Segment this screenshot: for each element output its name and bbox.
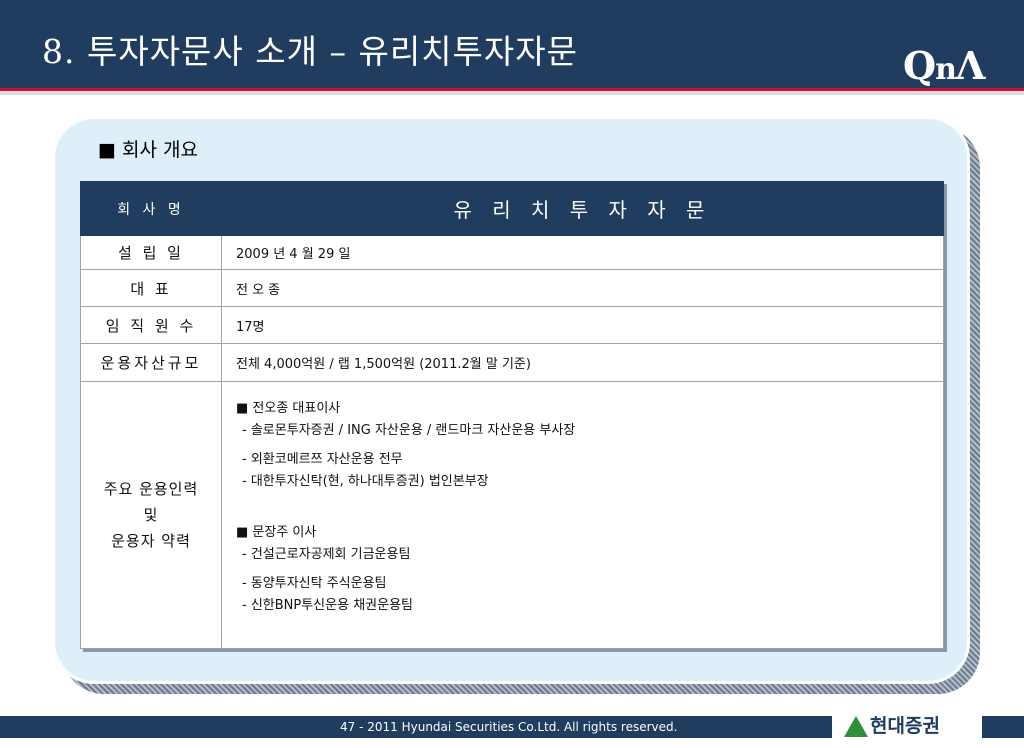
employees-value: 17명 xyxy=(221,306,944,344)
qna-logo-q: Q xyxy=(903,43,936,88)
career-item: - 동양투자신탁 주식운용팀 xyxy=(242,576,387,591)
table-row: 운용자산규모 전체 4,000억원 / 랩 1,500억원 (2011.2월 말… xyxy=(80,343,944,382)
section-heading-text: 회사 개요 xyxy=(122,139,198,161)
ceo-value: 전 오 종 xyxy=(221,269,944,307)
slide-title: 8. 투자자문사 소개 – 유리치투자자문 xyxy=(42,32,578,71)
company-name-label: 회 사 명 xyxy=(80,181,222,236)
header-shadow-line xyxy=(0,91,1024,95)
employees-label: 임 직 원 수 xyxy=(80,306,222,344)
qna-logo-n: n xyxy=(935,52,957,87)
table-row: 주요 운용인력 및 운용자 약력 ■ 전오종 대표이사 - 솔로몬투자증권 / … xyxy=(80,381,944,649)
staff-details: ■ 전오종 대표이사 - 솔로몬투자증권 / ING 자산운용 / 랜드마크 자… xyxy=(221,381,944,649)
table-row: 대 표 전 오 종 xyxy=(80,269,944,307)
staff-label-line: 및 xyxy=(143,506,159,524)
footer-copyright: 47 - 2011 Hyundai Securities Co.Ltd. All… xyxy=(340,720,678,734)
ceo-label: 대 표 xyxy=(80,269,222,307)
staff-label: 주요 운용인력 및 운용자 약력 xyxy=(80,381,222,649)
person-title: ■ 전오종 대표이사 xyxy=(236,401,341,416)
aum-value: 전체 4,000억원 / 랩 1,500억원 (2011.2월 말 기준) xyxy=(221,343,944,382)
career-item: - 건설근로자공제회 기금운용팀 xyxy=(242,547,411,562)
founded-label: 설 립 일 xyxy=(80,235,222,270)
table-row: 임 직 원 수 17명 xyxy=(80,306,944,344)
qna-logo-a: Λ xyxy=(955,43,986,88)
table-row: 설 립 일 2009 년 4 월 29 일 xyxy=(80,235,944,270)
person-title: ■ 문장주 이사 xyxy=(236,525,317,540)
staff-label-line: 운용자 약력 xyxy=(111,532,191,550)
triangle-logo-icon xyxy=(844,716,868,737)
section-bullet: ■ xyxy=(98,139,116,161)
qna-logo: QnΛ xyxy=(903,42,995,90)
company-name-value: 유 리 치 투 자 자 문 xyxy=(221,181,944,236)
table-header-row: 회 사 명 유 리 치 투 자 자 문 xyxy=(80,181,944,236)
section-heading: ■ 회사 개요 xyxy=(98,137,198,163)
brand-name: 현대증권 xyxy=(870,715,940,737)
career-item: - 신한BNP투신운용 채권운용팀 xyxy=(242,598,413,613)
staff-label-line: 주요 운용인력 xyxy=(103,480,199,498)
career-item: - 외환코메르쯔 자산운용 전무 xyxy=(242,452,403,467)
career-item: - 대한투자신탁(현, 하나대투증권) 법인본부장 xyxy=(242,474,489,489)
company-info-table: 회 사 명 유 리 치 투 자 자 문 설 립 일 2009 년 4 월 29 … xyxy=(80,181,944,649)
career-item: - 솔로몬투자증권 / ING 자산운용 / 랜드마크 자산운용 부사장 xyxy=(242,423,576,438)
aum-label: 운용자산규모 xyxy=(80,343,222,382)
founded-value: 2009 년 4 월 29 일 xyxy=(221,235,944,270)
